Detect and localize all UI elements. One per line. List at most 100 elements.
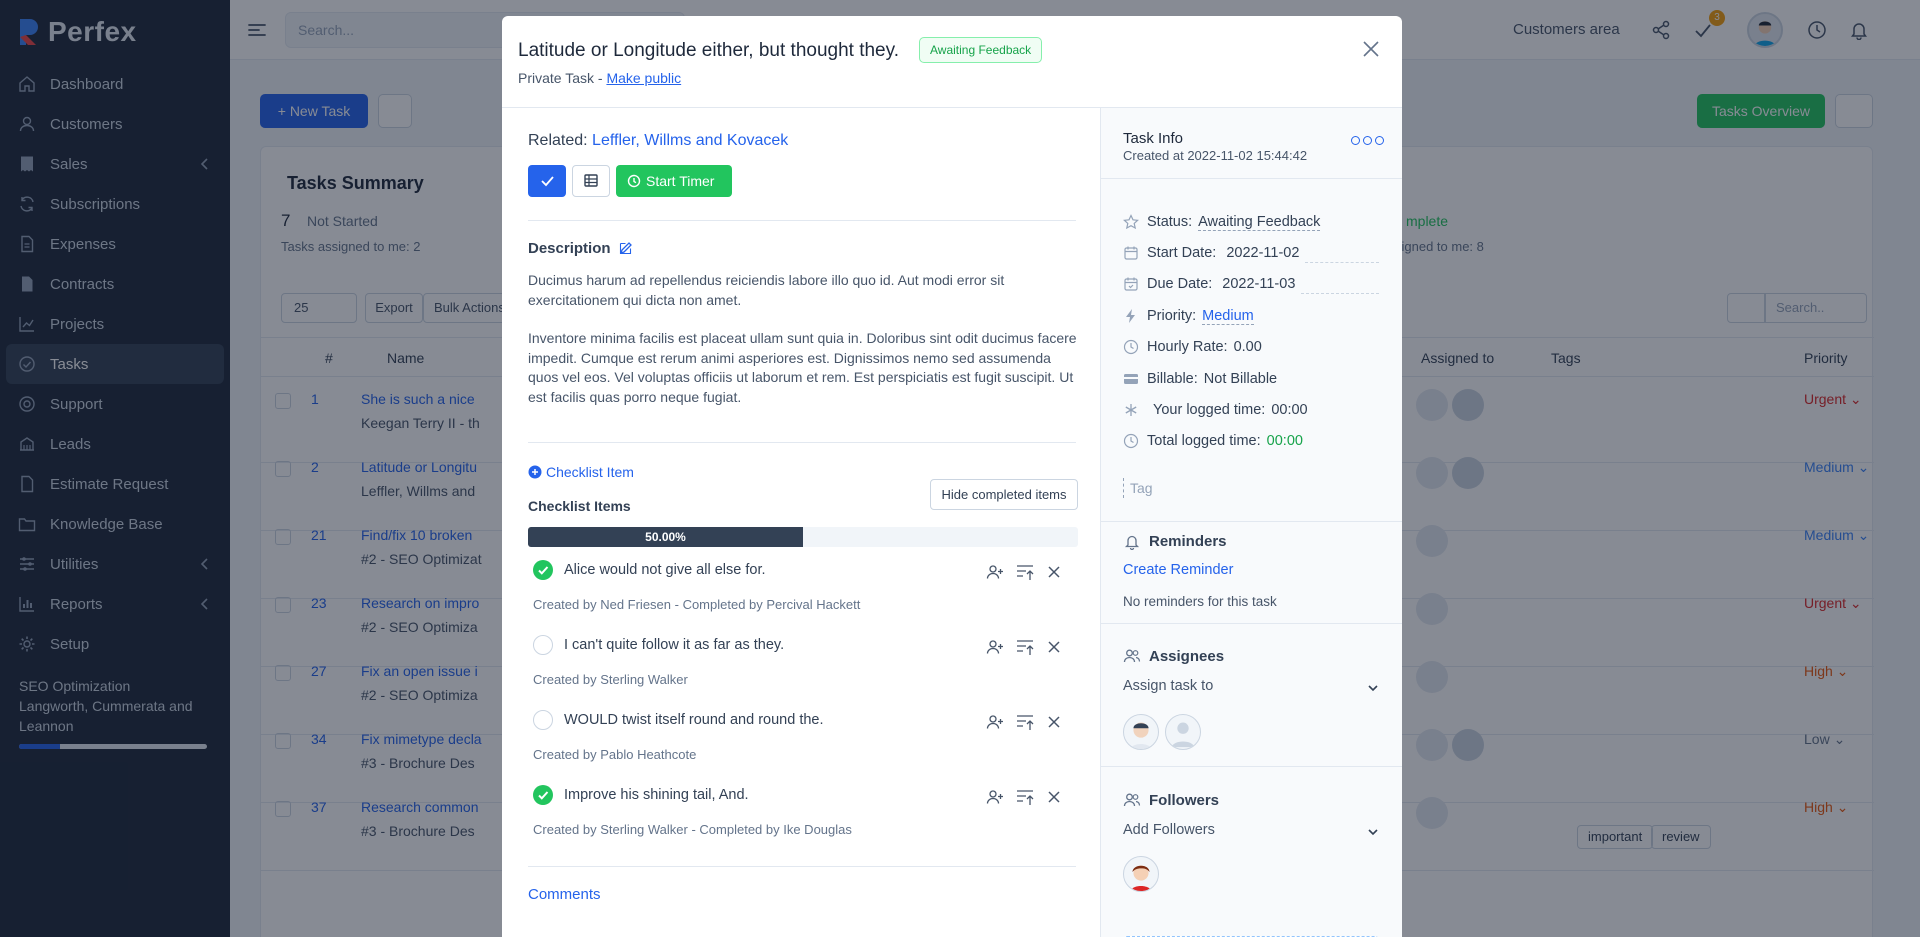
description-paragraph-1: Ducimus harum ad repellendus reiciendis …: [528, 272, 1005, 308]
delete-icon[interactable]: [1045, 713, 1063, 731]
add-followers-select[interactable]: Add Followers: [1123, 822, 1379, 844]
checklist-item-text[interactable]: WOULD twist itself round and round the.: [564, 712, 824, 728]
no-reminders-text: No reminders for this task: [1123, 594, 1277, 609]
info-total-logged-time: Total logged time: 00:00: [1123, 431, 1303, 451]
task-modal: Latitude or Longitude either, but though…: [502, 16, 1402, 937]
priority-label: Priority:: [1147, 308, 1197, 324]
comments-link[interactable]: Comments: [528, 886, 601, 903]
modal-header: Latitude or Longitude either, but though…: [502, 16, 1402, 108]
more-dot: [1375, 136, 1384, 145]
checklist-item-meta: Created by Sterling Walker: [533, 672, 688, 687]
more-options-icon[interactable]: [1351, 136, 1384, 145]
star-icon: [1123, 214, 1139, 230]
divider: [1101, 766, 1402, 767]
checklist-checkbox[interactable]: [533, 635, 553, 655]
status-value[interactable]: Awaiting Feedback: [1198, 214, 1321, 231]
task-main-column: Related: Leffler, Willms and Kovacek Sta…: [502, 108, 1100, 937]
divider: [1101, 521, 1402, 522]
description-text: Ducimus harum ad repellendus reiciendis …: [528, 271, 1078, 407]
divider: [528, 866, 1076, 867]
add-checklist-label: Checklist Item: [546, 464, 634, 480]
privacy-line: Private Task - Make public: [518, 70, 681, 86]
hourly-rate-value: 0.00: [1233, 339, 1262, 355]
task-title: Latitude or Longitude either, but though…: [518, 40, 899, 61]
move-to-top-icon[interactable]: [1016, 638, 1034, 656]
avatar-face-icon: [1130, 722, 1152, 749]
assign-user-icon[interactable]: [986, 788, 1004, 806]
add-checklist-item-link[interactable]: Checklist Item: [528, 464, 634, 480]
related-link[interactable]: Leffler, Willms and Kovacek: [592, 132, 788, 149]
priority-value[interactable]: Medium: [1202, 308, 1254, 325]
info-status: Status: Awaiting Feedback: [1123, 212, 1321, 232]
checklist-item: WOULD twist itself round and round the. C…: [528, 708, 1078, 782]
checklist-item: Improve his shining tail, And. Created by…: [528, 783, 1078, 857]
more-dot: [1351, 136, 1360, 145]
total-logged-value: 00:00: [1266, 433, 1303, 449]
followers-header: Followers: [1123, 791, 1219, 809]
move-to-top-icon[interactable]: [1016, 788, 1034, 806]
asterisk-icon: [1125, 404, 1137, 416]
assign-user-icon[interactable]: [986, 563, 1004, 581]
checklist-item: Alice would not give all else for. Create…: [528, 558, 1078, 632]
checklist-checkbox[interactable]: [533, 560, 553, 580]
users-icon: [1123, 793, 1141, 807]
assignees-header: Assignees: [1123, 647, 1224, 665]
timesheets-button[interactable]: [572, 165, 610, 197]
checklist-item-text[interactable]: Alice would not give all else for.: [564, 562, 766, 578]
chevron-down-icon: [1368, 685, 1378, 692]
task-created-at: Created at 2022-11-02 15:44:42: [1123, 148, 1308, 163]
description-label-text: Description: [528, 240, 611, 257]
tag-input[interactable]: Tag: [1123, 478, 1153, 498]
check-icon: [538, 791, 549, 800]
info-start-date: Start Date: 2022-11-02: [1123, 243, 1379, 263]
check-icon: [538, 566, 549, 575]
reminders-title: Reminders: [1149, 532, 1227, 550]
status-label: Status:: [1147, 214, 1193, 230]
due-date-value[interactable]: 2022-11-03: [1222, 276, 1295, 292]
start-timer-button[interactable]: Start Timer: [616, 165, 732, 197]
assign-task-select[interactable]: Assign task to: [1123, 678, 1379, 700]
divider: [1101, 178, 1402, 179]
alarm-bell-icon: [1124, 535, 1140, 550]
add-followers-placeholder: Add Followers: [1123, 822, 1215, 838]
start-date-value[interactable]: 2022-11-02: [1226, 245, 1299, 261]
delete-icon[interactable]: [1045, 638, 1063, 656]
description-paragraph-2: Inventore minima facilis est placeat ull…: [528, 330, 1077, 405]
edit-icon[interactable]: [619, 241, 633, 255]
description-label: Description: [528, 240, 633, 257]
task-info-title: Task Info: [1123, 130, 1184, 147]
due-date-underline: [1301, 293, 1379, 294]
plus-circle-icon: [528, 465, 542, 479]
move-to-top-icon[interactable]: [1016, 713, 1034, 731]
assignee-avatar[interactable]: [1123, 714, 1159, 750]
assignees-title: Assignees: [1149, 647, 1225, 665]
assign-user-icon[interactable]: [986, 713, 1004, 731]
info-your-logged-time: Your logged time: 00:00: [1123, 400, 1308, 420]
create-reminder-link[interactable]: Create Reminder: [1123, 562, 1233, 578]
delete-icon[interactable]: [1045, 563, 1063, 581]
your-logged-label: Your logged time:: [1153, 402, 1266, 418]
checklist-checkbox[interactable]: [533, 710, 553, 730]
task-info-column: Task Info Created at 2022-11-02 15:44:42…: [1100, 108, 1402, 937]
make-public-link[interactable]: Make public: [606, 70, 681, 86]
billable-label: Billable:: [1147, 371, 1198, 387]
hide-completed-button[interactable]: Hide completed items: [930, 479, 1078, 510]
assign-user-icon[interactable]: [986, 638, 1004, 656]
checklist-item-text[interactable]: I can't quite follow it as far as they.: [564, 637, 784, 653]
calendar-icon: [1124, 246, 1138, 260]
close-icon[interactable]: [1362, 40, 1380, 58]
assignee-avatar-placeholder[interactable]: [1165, 714, 1201, 750]
status-badge: Awaiting Feedback: [919, 37, 1043, 63]
delete-icon[interactable]: [1045, 788, 1063, 806]
info-priority: Priority: Medium: [1123, 306, 1254, 326]
hourly-rate-label: Hourly Rate:: [1147, 339, 1228, 355]
users-icon: [1123, 649, 1141, 663]
checklist-checkbox[interactable]: [533, 785, 553, 805]
mark-complete-button[interactable]: [528, 165, 566, 197]
checklist-item-text[interactable]: Improve his shining tail, And.: [564, 787, 749, 803]
credit-card-icon: [1124, 374, 1138, 384]
move-to-top-icon[interactable]: [1016, 563, 1034, 581]
privacy-prefix: Private Task -: [518, 70, 607, 86]
avatar-face-icon: [1130, 865, 1152, 891]
follower-avatar[interactable]: [1123, 856, 1159, 892]
